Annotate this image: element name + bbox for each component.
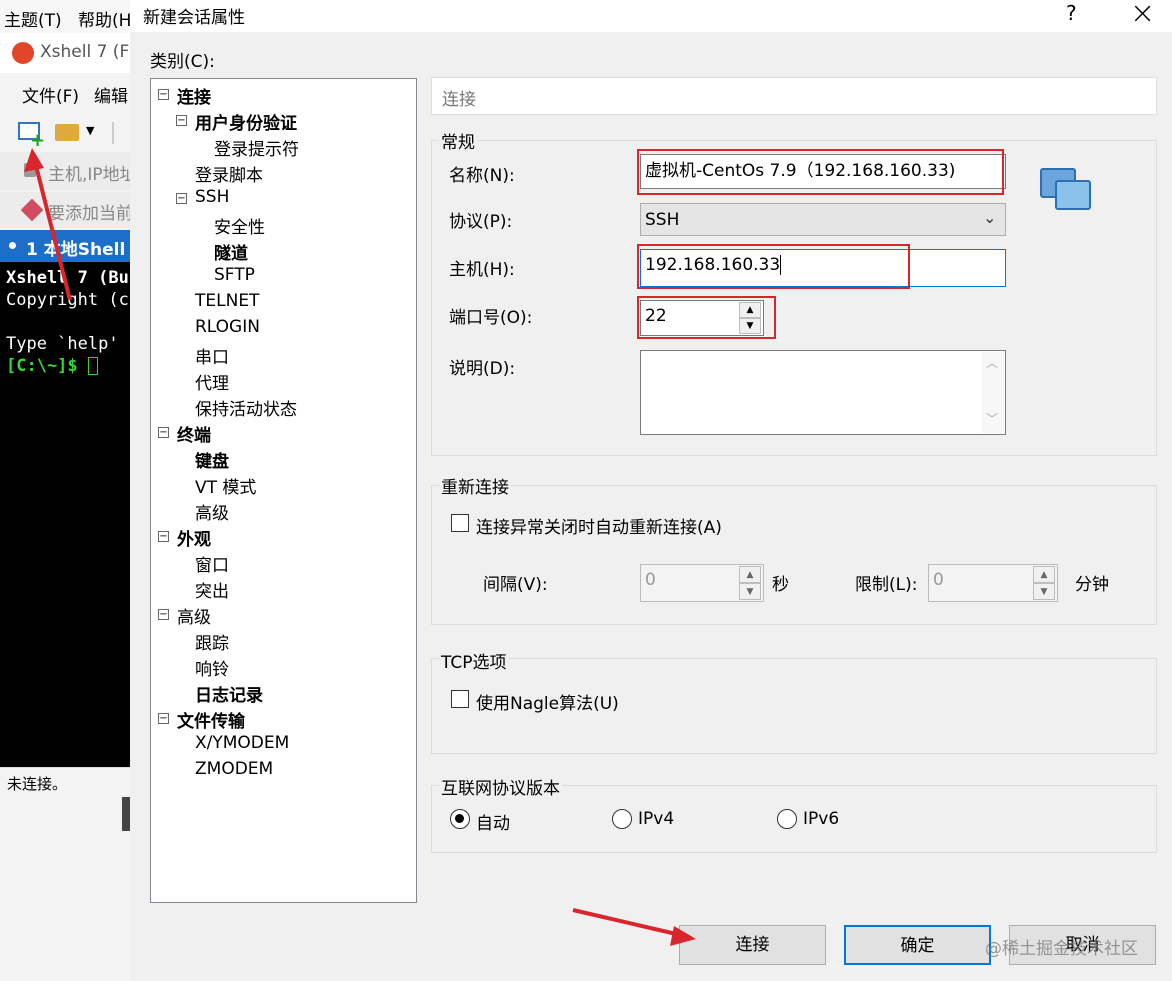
annotation-arrows — [24, 148, 696, 946]
annotation-arrow-toolbar — [32, 157, 72, 301]
annotation-arrowhead — [670, 926, 696, 946]
annotation-arrow-connect — [572, 908, 686, 938]
annotation-arrowhead — [24, 148, 44, 172]
